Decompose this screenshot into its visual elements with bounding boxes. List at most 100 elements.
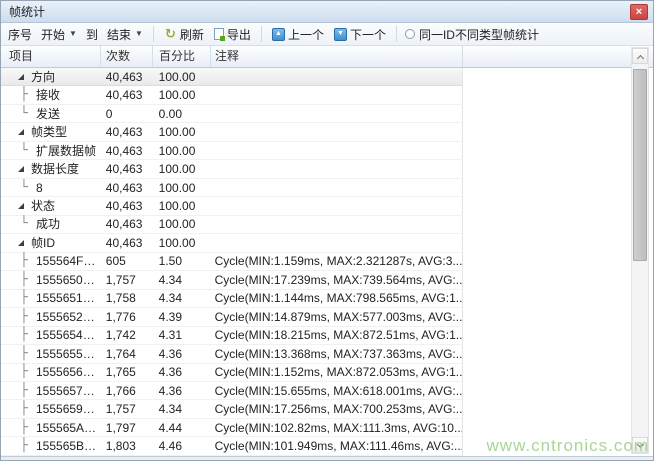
tree-connector: └ bbox=[20, 142, 33, 160]
row-count: 1,742 bbox=[101, 326, 153, 344]
row-comment: Cycle(MIN:18.215ms, MAX:872.51ms, AVG:1.… bbox=[211, 326, 462, 344]
tree-expander-icon[interactable] bbox=[18, 129, 24, 135]
scrollbar-thumb[interactable] bbox=[633, 69, 647, 261]
table-row[interactable]: ├ 1555654… 1,742 4.31 Cycle(MIN:18.215ms… bbox=[1, 327, 463, 345]
row-count: 1,776 bbox=[101, 308, 153, 326]
column-header-comment[interactable]: 注释 bbox=[211, 46, 463, 67]
column-header-count[interactable]: 次数 bbox=[101, 46, 153, 67]
tree-expander-icon[interactable] bbox=[18, 203, 24, 209]
table-row[interactable]: └ 成功 40,463 100.00 bbox=[1, 216, 463, 234]
scroll-up-button[interactable] bbox=[632, 48, 648, 64]
row-label: 1555650… bbox=[36, 271, 95, 289]
to-label: 到 bbox=[85, 26, 99, 43]
row-percent: 100.00 bbox=[153, 215, 211, 233]
table-row[interactable]: └ 8 40,463 100.00 bbox=[1, 179, 463, 197]
close-button[interactable]: × bbox=[630, 4, 648, 20]
table-row[interactable]: 帧ID 40,463 100.00 bbox=[1, 234, 463, 252]
item-cell: ├ 接收 bbox=[1, 86, 101, 104]
arrow-up-icon: ▲ bbox=[272, 28, 285, 41]
same-id-type-radio[interactable]: 同一ID不同类型帧统计 bbox=[405, 26, 539, 43]
column-header-item[interactable]: 项目 bbox=[1, 46, 101, 67]
table-row[interactable]: 数据长度 40,463 100.00 bbox=[1, 160, 463, 178]
row-comment: Cycle(MIN:15.655ms, MAX:618.001ms, AVG:.… bbox=[211, 382, 462, 400]
tree-expander-icon[interactable] bbox=[18, 74, 24, 80]
end-dropdown-label: 结束 bbox=[107, 26, 131, 43]
row-label: 状态 bbox=[31, 197, 55, 215]
scroll-down-button[interactable] bbox=[632, 437, 648, 453]
tree-expander-icon[interactable] bbox=[18, 166, 24, 172]
row-count: 40,463 bbox=[101, 179, 153, 197]
table-row[interactable]: ├ 1555656… 1,765 4.36 Cycle(MIN:1.152ms,… bbox=[1, 364, 463, 382]
tree-connector: ├ bbox=[20, 363, 33, 381]
item-cell: ├ 155565A… bbox=[1, 419, 101, 437]
row-label: 1555659… bbox=[36, 400, 95, 418]
toolbar: 序号 开始 ▼ 到 结束 ▼ ↻ 刷新 导出 ▲ 上一个 ▼ 下一个 bbox=[1, 23, 653, 46]
tree-expander-icon[interactable] bbox=[18, 240, 24, 246]
table-row[interactable]: ├ 155565B… 1,803 4.46 Cycle(MIN:101.949m… bbox=[1, 437, 463, 455]
row-percent: 100.00 bbox=[153, 197, 211, 215]
row-comment: Cycle(MIN:102.82ms, MAX:111.3ms, AVG:10.… bbox=[211, 419, 462, 437]
table-row[interactable]: ├ 155565A… 1,797 4.44 Cycle(MIN:102.82ms… bbox=[1, 419, 463, 437]
table-row[interactable]: ├ 1555655… 1,764 4.36 Cycle(MIN:13.368ms… bbox=[1, 345, 463, 363]
export-label: 导出 bbox=[227, 26, 251, 43]
tree-connector: ├ bbox=[20, 271, 33, 289]
row-percent: 4.36 bbox=[153, 382, 211, 400]
row-label: 数据长度 bbox=[31, 160, 79, 178]
table-row[interactable]: ├ 1555657… 1,766 4.36 Cycle(MIN:15.655ms… bbox=[1, 382, 463, 400]
window-title: 帧统计 bbox=[9, 3, 45, 20]
item-cell: 状态 bbox=[1, 197, 101, 215]
table-row[interactable]: ├ 接收 40,463 100.00 bbox=[1, 86, 463, 104]
previous-button[interactable]: ▲ 上一个 bbox=[270, 25, 326, 44]
item-cell: 方向 bbox=[1, 68, 101, 86]
table-row[interactable]: 方向 40,463 100.00 bbox=[1, 68, 463, 86]
table-row[interactable]: └ 扩展数据帧 40,463 100.00 bbox=[1, 142, 463, 160]
export-button[interactable]: 导出 bbox=[212, 25, 253, 44]
row-label: 1555657… bbox=[36, 382, 95, 400]
toolbar-separator bbox=[153, 26, 154, 42]
item-cell: └ 8 bbox=[1, 179, 101, 197]
table-row[interactable]: 状态 40,463 100.00 bbox=[1, 197, 463, 215]
row-comment: Cycle(MIN:14.879ms, MAX:577.003ms, AVG:.… bbox=[211, 308, 462, 326]
item-cell: └ 成功 bbox=[1, 215, 101, 233]
tree-connector: ├ bbox=[20, 382, 33, 400]
row-comment: Cycle(MIN:1.152ms, MAX:872.053ms, AVG:1.… bbox=[211, 363, 462, 381]
row-label: 1555655… bbox=[36, 345, 95, 363]
table-row[interactable]: ├ 1555651… 1,758 4.34 Cycle(MIN:1.144ms,… bbox=[1, 290, 463, 308]
table-row[interactable]: ├ 1555659… 1,757 4.34 Cycle(MIN:17.256ms… bbox=[1, 400, 463, 418]
table-row[interactable]: ├ 1555652… 1,776 4.39 Cycle(MIN:14.879ms… bbox=[1, 308, 463, 326]
row-count: 0 bbox=[101, 105, 153, 123]
refresh-button[interactable]: ↻ 刷新 bbox=[162, 25, 206, 44]
titlebar[interactable]: 帧统计 × bbox=[1, 1, 653, 23]
column-header-percent[interactable]: 百分比 bbox=[153, 46, 211, 67]
table-row[interactable]: 帧类型 40,463 100.00 bbox=[1, 123, 463, 141]
tree-connector: ├ bbox=[20, 86, 33, 104]
item-cell: ├ 155564F0… bbox=[1, 252, 101, 270]
row-label: 155564F0… bbox=[36, 252, 101, 270]
item-cell: 数据长度 bbox=[1, 160, 101, 178]
end-dropdown[interactable]: 结束 ▼ bbox=[105, 25, 145, 44]
row-label: 帧ID bbox=[31, 234, 55, 252]
toolbar-separator bbox=[261, 26, 262, 42]
item-cell: ├ 1555651… bbox=[1, 289, 101, 307]
row-percent: 100.00 bbox=[153, 68, 211, 86]
tree-connector: ├ bbox=[20, 345, 33, 363]
table-row[interactable]: ├ 1555650… 1,757 4.34 Cycle(MIN:17.239ms… bbox=[1, 271, 463, 289]
table-row[interactable]: └ 发送 0 0.00 bbox=[1, 105, 463, 123]
start-dropdown[interactable]: 开始 ▼ bbox=[39, 25, 79, 44]
radio-icon bbox=[405, 29, 415, 39]
row-percent: 100.00 bbox=[153, 86, 211, 104]
table-row[interactable]: ├ 155564F0… 605 1.50 Cycle(MIN:1.159ms, … bbox=[1, 253, 463, 271]
next-button[interactable]: ▼ 下一个 bbox=[332, 25, 388, 44]
tree-connector: └ bbox=[20, 215, 33, 233]
tree-connector: ├ bbox=[20, 289, 33, 307]
tree-connector: ├ bbox=[20, 252, 33, 270]
vertical-scrollbar[interactable] bbox=[631, 47, 649, 454]
row-label: 1555654… bbox=[36, 326, 95, 344]
row-count: 1,757 bbox=[101, 271, 153, 289]
row-count: 1,766 bbox=[101, 382, 153, 400]
previous-label: 上一个 bbox=[288, 26, 324, 43]
row-count: 40,463 bbox=[101, 234, 153, 252]
item-cell: ├ 155565B… bbox=[1, 437, 101, 455]
item-cell: ├ 1555659… bbox=[1, 400, 101, 418]
row-percent: 100.00 bbox=[153, 179, 211, 197]
